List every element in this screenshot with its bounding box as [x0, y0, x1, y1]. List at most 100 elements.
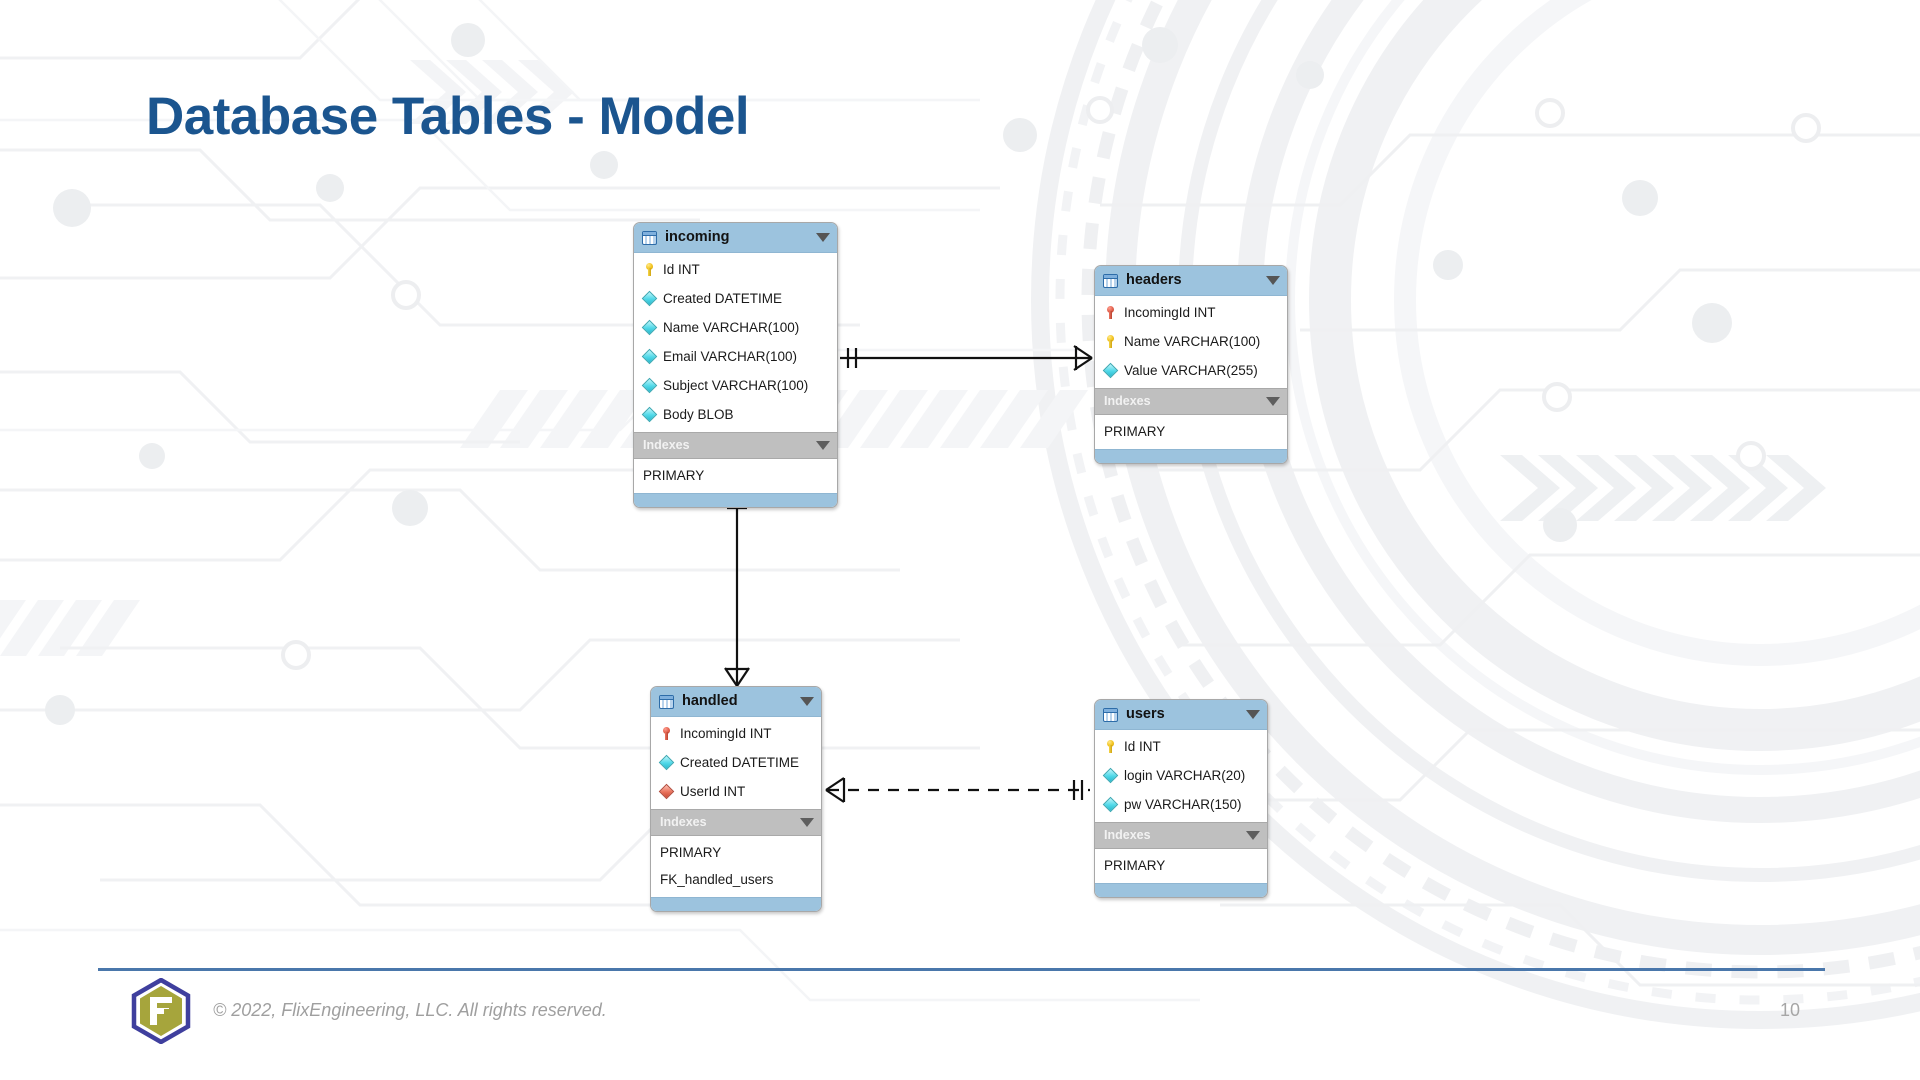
chevron-down-icon[interactable] — [800, 818, 814, 827]
table-header-handled[interactable]: handled — [651, 687, 821, 717]
er-table-incoming[interactable]: incoming Id INT Created DATETIME Name VA… — [633, 222, 838, 508]
table-icon — [659, 694, 674, 709]
indexes-section-header[interactable]: Indexes — [1095, 388, 1287, 415]
column-label: Id INT — [1124, 738, 1161, 754]
chevron-down-icon[interactable] — [800, 697, 814, 706]
index-row[interactable]: PRIMARY — [1095, 852, 1267, 879]
index-list: PRIMARY FK_handled_users — [651, 836, 821, 897]
chevron-down-icon[interactable] — [1246, 831, 1260, 840]
table-header-users[interactable]: users — [1095, 700, 1267, 730]
primary-key-icon — [643, 263, 656, 276]
column-row[interactable]: login VARCHAR(20) — [1095, 761, 1267, 790]
column-label: Value VARCHAR(255) — [1124, 362, 1258, 378]
column-row[interactable]: Id INT — [1095, 732, 1267, 761]
column-label: Created DATETIME — [680, 754, 800, 770]
indexes-section-header[interactable]: Indexes — [1095, 822, 1267, 849]
indexes-label: Indexes — [643, 438, 690, 453]
foreign-primary-key-icon — [1104, 306, 1117, 319]
column-list: IncomingId INT Created DATETIME UserId I… — [651, 717, 821, 809]
chevron-down-icon[interactable] — [1266, 276, 1280, 285]
indexes-label: Indexes — [1104, 828, 1151, 843]
index-row[interactable]: FK_handled_users — [651, 866, 821, 893]
page-number: 10 — [1780, 1000, 1801, 1020]
footer-divider — [98, 968, 1825, 971]
column-row[interactable]: Body BLOB — [634, 400, 837, 429]
table-name: users — [1126, 706, 1165, 723]
table-name: incoming — [665, 229, 730, 246]
index-list: PRIMARY — [1095, 849, 1267, 883]
table-icon — [642, 230, 657, 245]
index-row[interactable]: PRIMARY — [1095, 418, 1287, 445]
column-label: Name VARCHAR(100) — [1124, 333, 1261, 349]
index-list: PRIMARY — [1095, 415, 1287, 449]
column-label: Id INT — [663, 261, 700, 277]
column-row[interactable]: pw VARCHAR(150) — [1095, 790, 1267, 819]
column-row[interactable]: Created DATETIME — [651, 748, 821, 777]
column-icon — [643, 292, 656, 305]
copyright-text: © 2022, FlixEngineering, LLC. All rights… — [213, 1000, 607, 1020]
column-row[interactable]: IncomingId INT — [1095, 298, 1287, 327]
column-row[interactable]: IncomingId INT — [651, 719, 821, 748]
column-list: IncomingId INT Name VARCHAR(100) Value V… — [1095, 296, 1287, 388]
flixengineering-hexagon-logo — [131, 978, 191, 1044]
column-list: Id INT Created DATETIME Name VARCHAR(100… — [634, 253, 837, 432]
column-label: Body BLOB — [663, 406, 734, 422]
column-list: Id INT login VARCHAR(20) pw VARCHAR(150) — [1095, 730, 1267, 822]
column-row[interactable]: Id INT — [634, 255, 837, 284]
column-row[interactable]: Email VARCHAR(100) — [634, 342, 837, 371]
column-label: login VARCHAR(20) — [1124, 767, 1246, 783]
column-label: Email VARCHAR(100) — [663, 348, 798, 364]
index-list: PRIMARY — [634, 459, 837, 493]
column-icon — [643, 350, 656, 363]
column-icon — [660, 756, 673, 769]
chevron-down-icon[interactable] — [816, 441, 830, 450]
er-table-users[interactable]: users Id INT login VARCHAR(20) pw VARCHA… — [1094, 699, 1268, 898]
primary-key-icon — [1104, 335, 1117, 348]
column-icon — [643, 321, 656, 334]
column-row[interactable]: Name VARCHAR(100) — [634, 313, 837, 342]
column-icon — [643, 379, 656, 392]
column-row[interactable]: UserId INT — [651, 777, 821, 806]
indexes-label: Indexes — [660, 815, 707, 830]
column-row[interactable]: Created DATETIME — [634, 284, 837, 313]
table-icon — [1103, 273, 1118, 288]
primary-key-icon — [1104, 740, 1117, 753]
table-footer-bar — [1095, 883, 1267, 897]
table-name: handled — [682, 693, 738, 710]
chevron-down-icon[interactable] — [1246, 710, 1260, 719]
chevron-down-icon[interactable] — [1266, 397, 1280, 406]
table-header-headers[interactable]: headers — [1095, 266, 1287, 296]
column-icon — [1104, 364, 1117, 377]
column-row[interactable]: Value VARCHAR(255) — [1095, 356, 1287, 385]
er-diagram: incoming Id INT Created DATETIME Name VA… — [0, 0, 1920, 1080]
column-label: UserId INT — [680, 783, 746, 799]
chevron-down-icon[interactable] — [816, 233, 830, 242]
table-footer-bar — [651, 897, 821, 911]
indexes-label: Indexes — [1104, 394, 1151, 409]
table-icon — [1103, 707, 1118, 722]
table-name: headers — [1126, 272, 1182, 289]
column-label: IncomingId INT — [1124, 304, 1216, 320]
column-icon — [1104, 769, 1117, 782]
index-row[interactable]: PRIMARY — [651, 839, 821, 866]
foreign-key-icon — [660, 785, 673, 798]
slide-canvas: Database Tables - Model incoming Id INT … — [0, 0, 1920, 1080]
indexes-section-header[interactable]: Indexes — [651, 809, 821, 836]
column-label: Created DATETIME — [663, 290, 783, 306]
er-table-headers[interactable]: headers IncomingId INT Name VARCHAR(100)… — [1094, 265, 1288, 464]
table-header-incoming[interactable]: incoming — [634, 223, 837, 253]
index-row[interactable]: PRIMARY — [634, 462, 837, 489]
column-label: IncomingId INT — [680, 725, 772, 741]
foreign-primary-key-icon — [660, 727, 673, 740]
table-footer-bar — [1095, 449, 1287, 463]
table-footer-bar — [634, 493, 837, 507]
er-table-handled[interactable]: handled IncomingId INT Created DATETIME … — [650, 686, 822, 912]
column-icon — [1104, 798, 1117, 811]
column-label: Name VARCHAR(100) — [663, 319, 800, 335]
er-relationship-connectors — [724, 345, 1093, 803]
indexes-section-header[interactable]: Indexes — [634, 432, 837, 459]
column-row[interactable]: Name VARCHAR(100) — [1095, 327, 1287, 356]
column-label: Subject VARCHAR(100) — [663, 377, 809, 393]
column-label: pw VARCHAR(150) — [1124, 796, 1242, 812]
column-row[interactable]: Subject VARCHAR(100) — [634, 371, 837, 400]
